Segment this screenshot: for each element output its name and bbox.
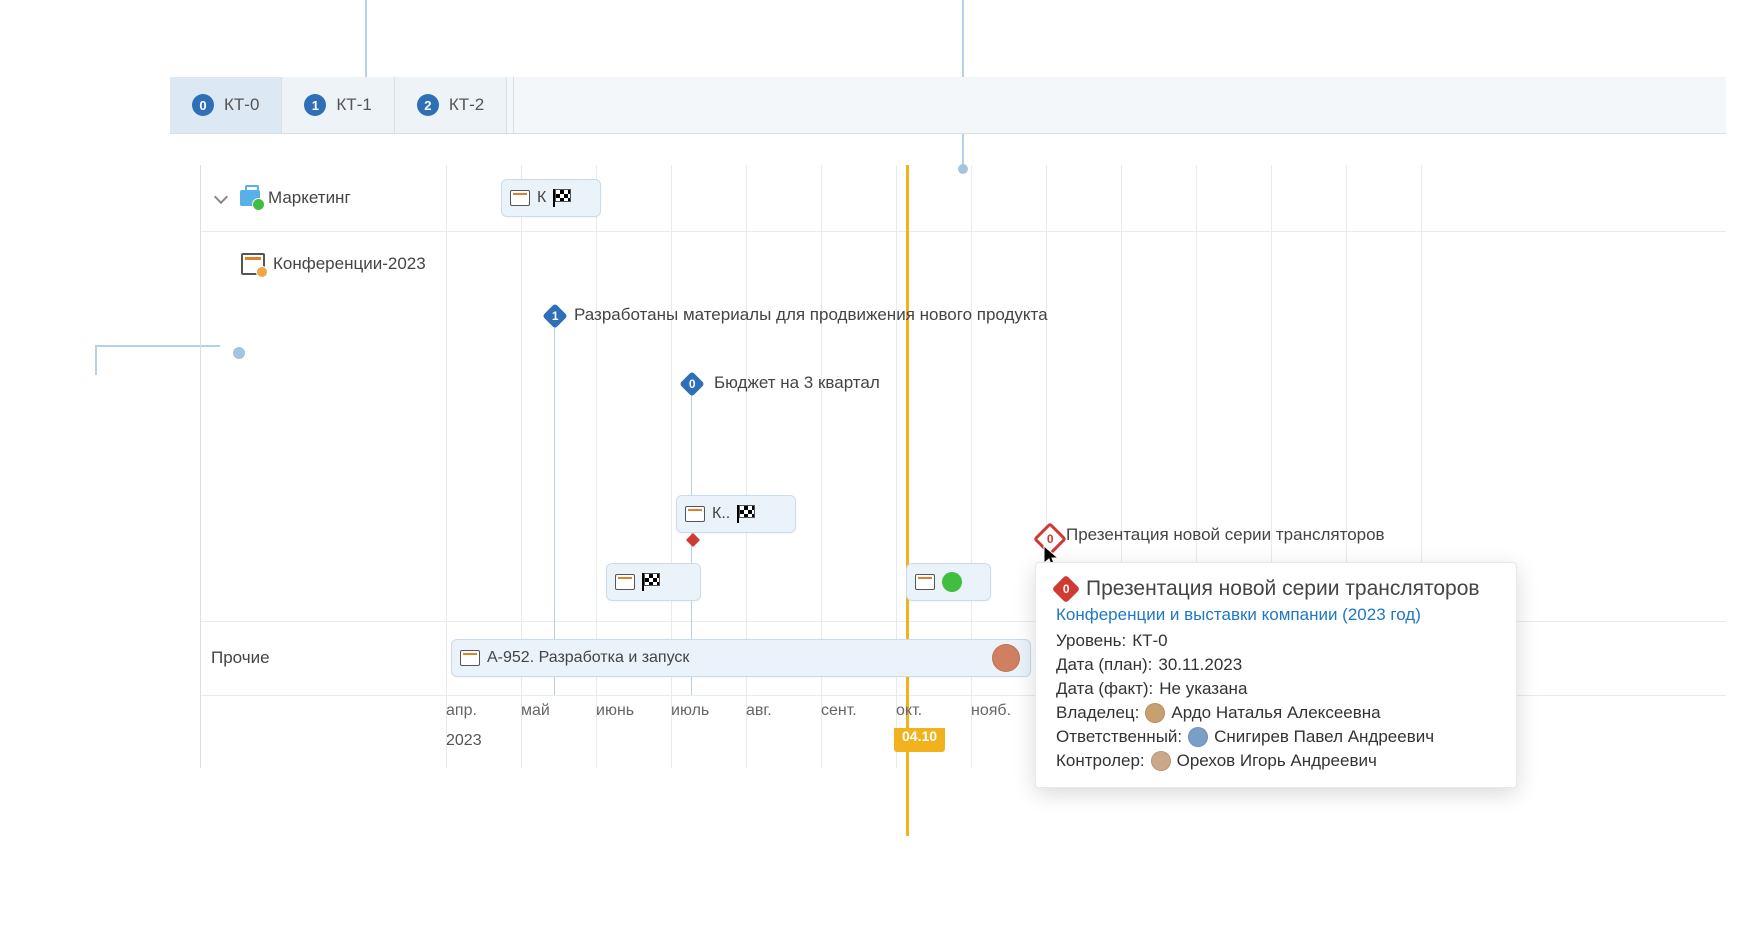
field-label: Дата (факт): xyxy=(1056,679,1153,699)
tab-label: КТ-1 xyxy=(336,95,371,115)
tab-bar: 0 КТ-0 1 КТ-1 2 КТ-2 xyxy=(170,77,1726,134)
tooltip-controller: Контролер: Орехов Игорь Андреевич xyxy=(1056,751,1496,771)
tab-label: КТ-2 xyxy=(449,95,484,115)
annotation-line-top xyxy=(365,0,367,85)
field-label: Дата (план): xyxy=(1056,655,1152,675)
flag-icon xyxy=(642,573,660,591)
small-diamond-icon xyxy=(686,533,700,547)
grid-line xyxy=(746,165,747,768)
grid-line xyxy=(596,165,597,768)
calendar-icon xyxy=(685,506,705,522)
task-bar[interactable] xyxy=(906,563,991,601)
month-label: авг. xyxy=(746,702,772,720)
field-label: Уровень: xyxy=(1056,631,1126,651)
tooltip-link[interactable]: Конференции и выставки компании (2023 го… xyxy=(1056,605,1496,625)
tree-row-marketing[interactable]: Маркетинг xyxy=(201,165,446,231)
tooltip-fact-date: Дата (факт): Не указана xyxy=(1056,679,1496,699)
status-dot-green xyxy=(942,572,962,592)
tree-label: Конференции-2023 xyxy=(273,254,426,274)
tree-row-other[interactable]: Прочие xyxy=(201,625,446,691)
tab-kt0[interactable]: 0 КТ-0 xyxy=(170,77,282,133)
tree-label: Маркетинг xyxy=(268,188,351,208)
tab-bar-end xyxy=(507,77,514,133)
calendar-icon xyxy=(460,650,480,666)
tooltip-level: Уровень: КТ-0 xyxy=(1056,631,1496,651)
field-value: Не указана xyxy=(1159,679,1247,699)
grid-line xyxy=(446,165,447,768)
grid-line xyxy=(521,165,522,768)
month-label: апр. xyxy=(446,702,477,720)
milestone-marker[interactable]: 0 xyxy=(679,371,704,396)
milestone-marker[interactable]: 1 xyxy=(542,303,567,328)
field-value: 30.11.2023 xyxy=(1158,655,1242,675)
tooltip-plan-date: Дата (план): 30.11.2023 xyxy=(1056,655,1496,675)
grid-line xyxy=(671,165,672,768)
tooltip-owner: Владелец: Ардо Наталья Алексеевна xyxy=(1056,703,1496,723)
month-label: май xyxy=(521,702,550,720)
month-label: нояб. xyxy=(971,702,1011,720)
task-label: К xyxy=(537,189,546,207)
field-value: Ардо Наталья Алексеевна xyxy=(1171,703,1380,723)
field-value: КТ-0 xyxy=(1132,631,1167,651)
field-value: Орехов Игорь Андреевич xyxy=(1177,751,1377,771)
field-label: Ответственный: xyxy=(1056,727,1182,747)
diamond-red-icon: 0 xyxy=(1052,575,1080,603)
month-label: окт. xyxy=(896,702,922,720)
milestone-badge: 0 xyxy=(689,377,696,391)
tab-badge: 2 xyxy=(417,94,439,116)
tooltip-title-row: 0 Презентация новой серии трансляторов xyxy=(1056,577,1496,601)
month-label: сент. xyxy=(821,702,857,720)
grid-line xyxy=(971,165,972,768)
milestone-badge: 0 xyxy=(1047,532,1054,546)
flag-icon xyxy=(737,505,755,523)
milestone-label: Разработаны материалы для продвижения но… xyxy=(574,305,1048,325)
tooltip-responsible: Ответственный: Снигирев Павел Андреевич xyxy=(1056,727,1496,747)
milestone-marker-hover[interactable]: 0 xyxy=(1033,522,1067,556)
tree-row-conferences[interactable]: Конференции-2023 xyxy=(201,231,446,297)
calendar-icon xyxy=(510,190,530,206)
year-label: 2023 xyxy=(446,732,482,750)
gantt-left-column: Маркетинг Конференции-2023 Прочие xyxy=(201,165,447,768)
avatar xyxy=(1151,751,1171,771)
calendar-icon xyxy=(915,574,935,590)
avatar xyxy=(1188,727,1208,747)
month-label: июнь xyxy=(596,702,634,720)
milestone-tooltip: 0 Презентация новой серии трансляторов К… xyxy=(1035,562,1517,788)
calendar-icon xyxy=(241,253,265,275)
task-label: К.. xyxy=(712,505,730,523)
flag-icon xyxy=(553,189,571,207)
chevron-down-icon[interactable] xyxy=(216,191,230,205)
avatar xyxy=(1145,703,1165,723)
tab-kt2[interactable]: 2 КТ-2 xyxy=(395,77,507,133)
task-bar[interactable] xyxy=(606,563,701,601)
milestone-label: Презентация новой серии трансляторов xyxy=(1066,525,1385,545)
grid-line xyxy=(896,165,897,768)
briefcase-icon xyxy=(240,190,260,206)
annotation-line-left-v xyxy=(95,345,97,375)
grid-line xyxy=(821,165,822,768)
tree-label: Прочие xyxy=(211,648,270,668)
tab-kt1[interactable]: 1 КТ-1 xyxy=(282,77,394,133)
field-label: Контролер: xyxy=(1056,751,1145,771)
tab-badge: 1 xyxy=(304,94,326,116)
task-bar-other[interactable]: А-952. Разработка и запуск xyxy=(451,639,1031,677)
task-label: А-952. Разработка и запуск xyxy=(487,649,689,667)
field-label: Владелец: xyxy=(1056,703,1139,723)
milestone-label: Бюджет на 3 квартал xyxy=(714,373,880,393)
field-value: Снигирев Павел Андреевич xyxy=(1214,727,1434,747)
month-label: июль xyxy=(671,702,709,720)
tooltip-title: Презентация новой серии трансляторов xyxy=(1086,577,1480,601)
calendar-icon xyxy=(615,574,635,590)
today-badge: 04.10 xyxy=(894,728,945,752)
tooltip-badge: 0 xyxy=(1063,582,1070,596)
tab-badge: 0 xyxy=(192,94,214,116)
avatar xyxy=(992,644,1020,672)
tab-label: КТ-0 xyxy=(224,95,259,115)
task-bar[interactable]: К xyxy=(501,179,601,217)
task-bar[interactable]: К.. xyxy=(676,495,796,533)
milestone-badge: 1 xyxy=(552,309,559,323)
